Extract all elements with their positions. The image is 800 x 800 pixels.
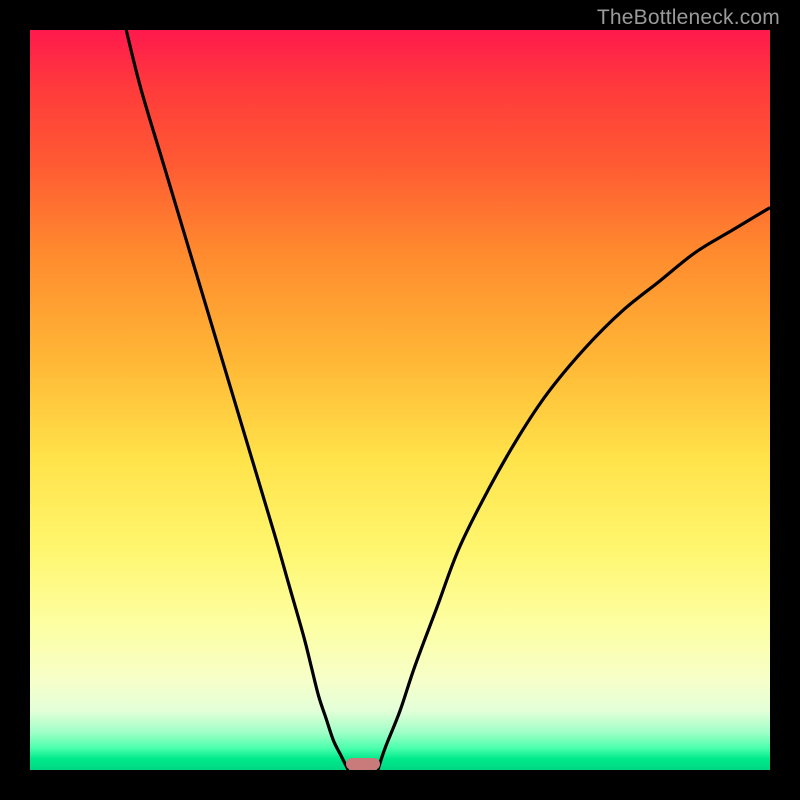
watermark-text: TheBottleneck.com	[597, 6, 780, 30]
chart-frame: TheBottleneck.com	[0, 0, 800, 800]
curve-left-branch	[126, 30, 348, 770]
curve-right-branch	[378, 208, 770, 770]
curve-layer	[30, 30, 770, 770]
plot-area	[30, 30, 770, 770]
minimum-marker	[346, 758, 379, 770]
